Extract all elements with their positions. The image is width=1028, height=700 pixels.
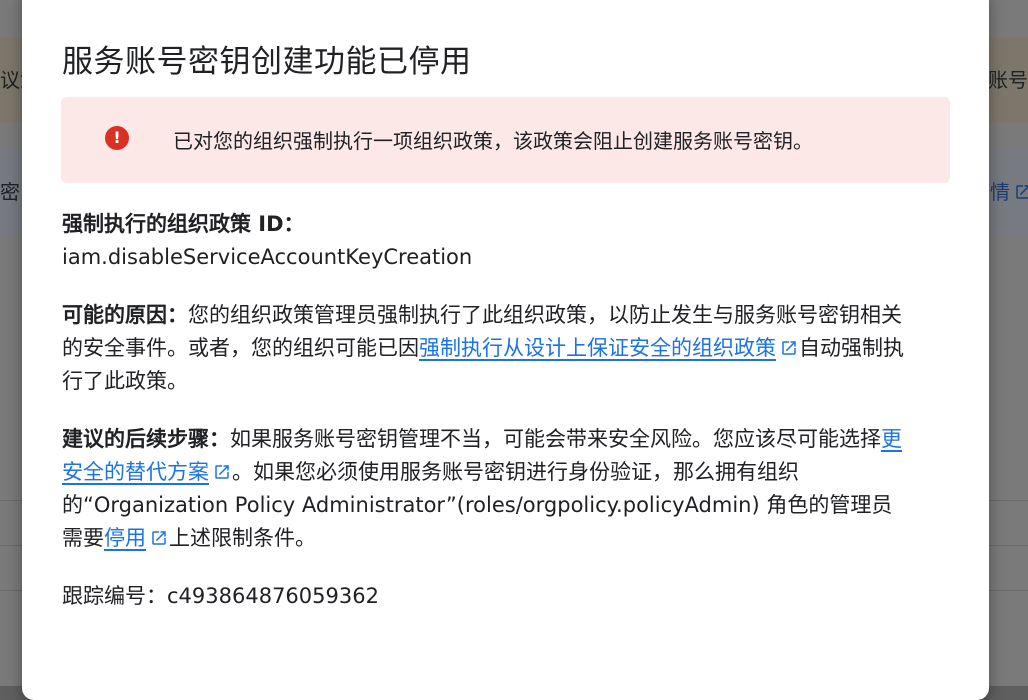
external-link-icon	[782, 341, 796, 355]
error-alert: ! 已对您的组织强制执行一项组织政策，该政策会阻止创建服务账号密钥。	[61, 97, 950, 183]
error-icon: !	[105, 126, 129, 150]
next-steps-text: 如果服务账号密钥管理不当，可能会带来安全风险。您应该尽可能选择	[230, 427, 881, 451]
dialog: 服务账号密钥创建功能已停用 ! 已对您的组织强制执行一项组织政策，该政策会阻止创…	[22, 0, 989, 700]
policy-id: iam.disableServiceAccountKeyCreation	[62, 245, 473, 269]
tracking-section: 跟踪编号：c493864876059362	[62, 580, 912, 613]
external-link-icon	[152, 531, 166, 545]
external-link-icon	[215, 465, 229, 479]
secure-by-default-policy-link[interactable]: 强制执行从设计上保证安全的组织政策	[419, 336, 799, 360]
tracking-number: c493864876059362	[167, 584, 379, 608]
tracking-label: 跟踪编号：	[62, 584, 167, 608]
cause-label: 可能的原因：	[62, 303, 188, 327]
background-link: 情	[990, 176, 1028, 205]
dialog-title: 服务账号密钥创建功能已停用	[62, 44, 472, 80]
next-steps-text-3: 上述限制条件。	[169, 526, 316, 550]
next-steps-label: 建议的后续步骤：	[62, 427, 230, 451]
alert-message: 已对您的组织强制执行一项组织政策，该政策会阻止创建服务账号密钥。	[173, 129, 813, 153]
dialog-body: 强制执行的组织政策 ID： iam.disableServiceAccountK…	[62, 208, 912, 638]
cause-section: 可能的原因：您的组织政策管理员强制执行了此组织政策，以防止发生与服务账号密钥相关…	[62, 299, 912, 398]
background-text: 密	[0, 180, 20, 204]
next-steps-section: 建议的后续步骤：如果服务账号密钥管理不当，可能会带来安全风险。您应该尽可能选择更…	[62, 423, 912, 555]
policy-section: 强制执行的组织政策 ID： iam.disableServiceAccountK…	[62, 208, 912, 274]
external-link-icon	[1016, 185, 1028, 199]
background-text: 账号运	[988, 68, 1028, 92]
disable-constraint-link[interactable]: 停用	[104, 526, 169, 550]
policy-label: 强制执行的组织政策 ID：	[62, 212, 305, 236]
